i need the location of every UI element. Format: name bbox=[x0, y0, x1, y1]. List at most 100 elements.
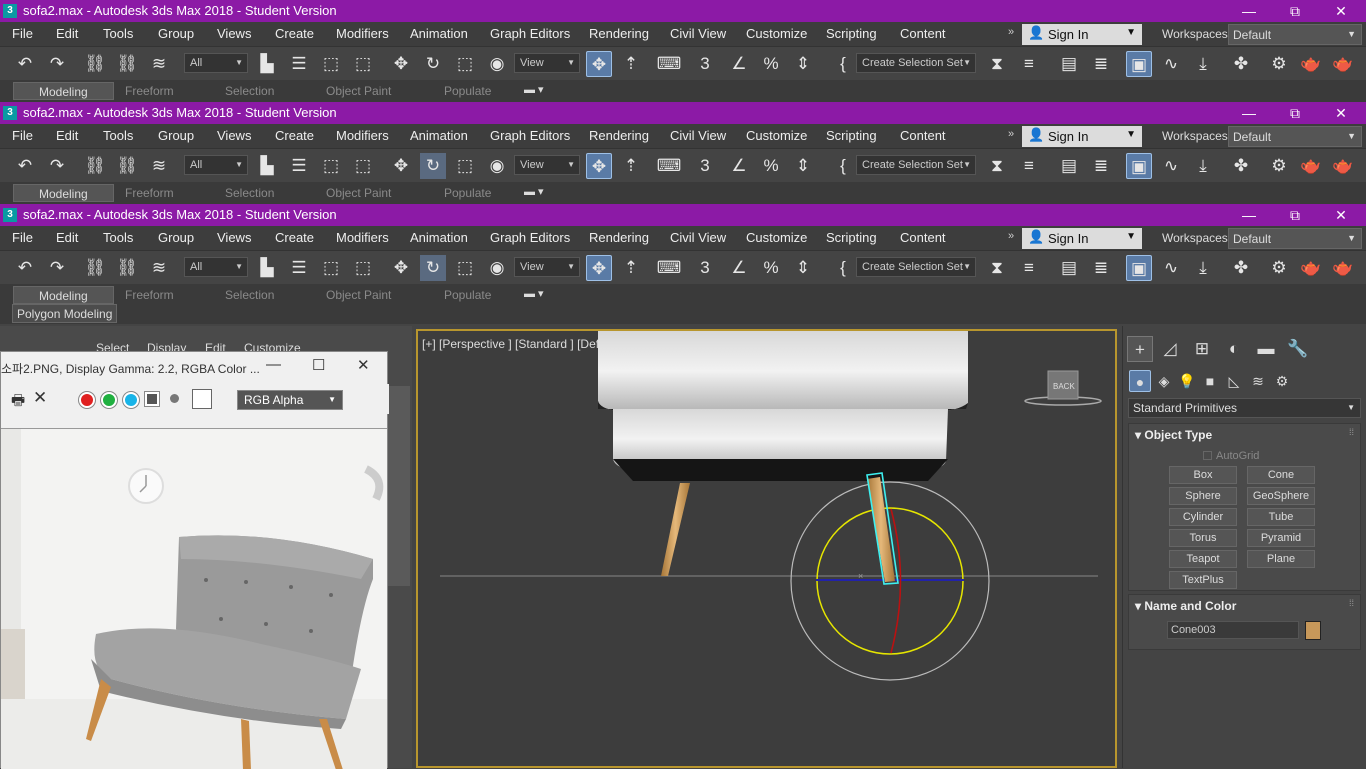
schematic-icon[interactable]: ⤓ bbox=[1190, 153, 1216, 179]
menu-overflow-icon[interactable]: » bbox=[1008, 26, 1014, 38]
shapes-icon[interactable]: ◈ bbox=[1153, 370, 1175, 392]
menu-overflow-icon[interactable]: » bbox=[1008, 128, 1014, 140]
scene-explorer-icon[interactable]: ≣ bbox=[1088, 153, 1114, 179]
window-crossing-icon[interactable]: ⬚ bbox=[350, 255, 376, 281]
render-setup-icon[interactable]: ⚙ bbox=[1266, 255, 1292, 281]
material-editor-icon[interactable]: ✤ bbox=[1228, 51, 1254, 77]
spinner-snap-icon[interactable]: ⇕ bbox=[790, 255, 816, 281]
edit-named-sel-icon[interactable]: { bbox=[830, 153, 856, 179]
bind-spacewarp-icon[interactable]: ≋ bbox=[146, 153, 172, 179]
menu-content[interactable]: Content bbox=[900, 230, 946, 245]
named-selection-select[interactable]: Create Selection Set ▼ bbox=[856, 53, 976, 73]
primitive-plane-button[interactable]: Plane bbox=[1247, 550, 1315, 568]
menu-views[interactable]: Views bbox=[217, 26, 251, 41]
menu-civil-view[interactable]: Civil View bbox=[670, 128, 726, 143]
ribbon-toggle-icon[interactable]: ▣ bbox=[1126, 153, 1152, 179]
workspaces-select[interactable]: Default ▼ bbox=[1228, 126, 1362, 147]
menu-content[interactable]: Content bbox=[900, 128, 946, 143]
background-swatch[interactable] bbox=[192, 389, 212, 409]
angle-snap-icon[interactable]: ∠ bbox=[726, 255, 752, 281]
channel-select[interactable]: RGB Alpha ▼ bbox=[237, 390, 343, 410]
primitive-geosphere-button[interactable]: GeoSphere bbox=[1247, 487, 1315, 505]
menu-overflow-icon[interactable]: » bbox=[1008, 230, 1014, 242]
mirror-icon[interactable]: ⧗ bbox=[984, 153, 1010, 179]
ribbon-tab-freeform[interactable]: Freeform bbox=[125, 286, 174, 304]
primitive-sphere-button[interactable]: Sphere bbox=[1169, 487, 1237, 505]
select-object-icon[interactable]: ▙ bbox=[254, 153, 280, 179]
ribbon-tab-populate[interactable]: Populate bbox=[444, 286, 491, 304]
ribbon-tab-freeform[interactable]: Freeform bbox=[125, 184, 174, 202]
select-by-name-icon[interactable]: ☰ bbox=[286, 153, 312, 179]
close-button[interactable]: ✕ bbox=[1326, 1, 1356, 21]
reference-coordinate-select[interactable]: View ▼ bbox=[514, 257, 580, 277]
menu-tools[interactable]: Tools bbox=[103, 26, 133, 41]
menu-file[interactable]: File bbox=[12, 26, 33, 41]
render-setup-icon[interactable]: ⚙ bbox=[1266, 153, 1292, 179]
move-icon[interactable]: ✥ bbox=[388, 153, 414, 179]
rect-region-icon[interactable]: ⬚ bbox=[318, 51, 344, 77]
menu-create[interactable]: Create bbox=[275, 128, 314, 143]
percent-snap-icon[interactable]: % bbox=[758, 51, 784, 77]
keyboard-shortcut-icon[interactable]: ⌨ bbox=[656, 255, 682, 281]
scale-icon[interactable]: ⬚ bbox=[452, 153, 478, 179]
menu-create[interactable]: Create bbox=[275, 26, 314, 41]
move-icon[interactable]: ✥ bbox=[388, 255, 414, 281]
select-by-name-icon[interactable]: ☰ bbox=[286, 255, 312, 281]
link-icon[interactable]: ⛓ bbox=[82, 255, 108, 281]
menu-modifiers[interactable]: Modifiers bbox=[336, 26, 389, 41]
scale-icon[interactable]: ⬚ bbox=[452, 255, 478, 281]
select-by-name-icon[interactable]: ☰ bbox=[286, 51, 312, 77]
bind-spacewarp-icon[interactable]: ≋ bbox=[146, 255, 172, 281]
menu-scripting[interactable]: Scripting bbox=[826, 230, 877, 245]
ribbon-tab-modeling[interactable]: Modeling bbox=[13, 286, 114, 304]
restore-button[interactable]: ⧉ bbox=[1280, 1, 1310, 21]
mirror-icon[interactable]: ⧗ bbox=[984, 255, 1010, 281]
bind-spacewarp-icon[interactable]: ≋ bbox=[146, 51, 172, 77]
utilities-tab-icon[interactable]: 🔧 bbox=[1285, 336, 1311, 362]
restore-button[interactable]: ⧉ bbox=[1280, 205, 1310, 225]
object-name-field[interactable]: Cone003 bbox=[1167, 621, 1299, 639]
scene-explorer-scrollbar[interactable] bbox=[388, 386, 410, 586]
menu-edit[interactable]: Edit bbox=[56, 230, 78, 245]
scene-explorer-icon[interactable]: ≣ bbox=[1088, 255, 1114, 281]
clear-icon[interactable]: ✕ bbox=[33, 388, 47, 408]
menu-civil-view[interactable]: Civil View bbox=[670, 230, 726, 245]
menu-graph-editors[interactable]: Graph Editors bbox=[490, 230, 570, 245]
helpers-icon[interactable]: ◺ bbox=[1223, 370, 1245, 392]
primitive-tube-button[interactable]: Tube bbox=[1247, 508, 1315, 526]
menu-group[interactable]: Group bbox=[158, 128, 194, 143]
red-channel-toggle[interactable] bbox=[79, 392, 95, 408]
ribbon-toggle-icon[interactable]: ▣ bbox=[1126, 255, 1152, 281]
alpha-channel-toggle[interactable] bbox=[145, 392, 159, 406]
primitive-pyramid-button[interactable]: Pyramid bbox=[1247, 529, 1315, 547]
link-icon[interactable]: ⛓ bbox=[82, 153, 108, 179]
menu-group[interactable]: Group bbox=[158, 230, 194, 245]
render-icon[interactable]: 🫖 bbox=[1330, 255, 1356, 281]
layer-explorer-icon[interactable]: ▤ bbox=[1056, 255, 1082, 281]
render-frame-icon[interactable]: 🫖 bbox=[1298, 51, 1324, 77]
redo-icon[interactable]: ↷ bbox=[44, 51, 70, 77]
move-icon[interactable]: ✥ bbox=[388, 51, 414, 77]
minimize-button[interactable]: — bbox=[1234, 205, 1264, 225]
menu-civil-view[interactable]: Civil View bbox=[670, 26, 726, 41]
selection-filter-select[interactable]: All ▼ bbox=[184, 257, 248, 277]
menu-rendering[interactable]: Rendering bbox=[589, 230, 649, 245]
restore-button[interactable]: ⧉ bbox=[1280, 103, 1310, 123]
render-icon[interactable]: 🫖 bbox=[1330, 51, 1356, 77]
primitive-cylinder-button[interactable]: Cylinder bbox=[1169, 508, 1237, 526]
render-icon[interactable]: 🫖 bbox=[1330, 153, 1356, 179]
selection-filter-select[interactable]: All ▼ bbox=[184, 53, 248, 73]
redo-icon[interactable]: ↷ bbox=[44, 255, 70, 281]
selection-filter-select[interactable]: All ▼ bbox=[184, 155, 248, 175]
named-selection-select[interactable]: Create Selection Set ▼ bbox=[856, 155, 976, 175]
cameras-icon[interactable]: ■ bbox=[1199, 370, 1221, 392]
sign-in-button[interactable]: 👤 Sign In ▼ bbox=[1022, 228, 1142, 249]
menu-group[interactable]: Group bbox=[158, 26, 194, 41]
schematic-icon[interactable]: ⤓ bbox=[1190, 51, 1216, 77]
workspaces-select[interactable]: Default ▼ bbox=[1228, 24, 1362, 45]
object-color-swatch[interactable] bbox=[1305, 621, 1321, 640]
name-and-color-header[interactable]: ▾ Name and Color bbox=[1135, 599, 1236, 613]
rect-region-icon[interactable]: ⬚ bbox=[318, 153, 344, 179]
polygon-modeling-button[interactable]: Polygon Modeling bbox=[12, 304, 118, 323]
rotate-icon[interactable]: ↻ bbox=[420, 153, 446, 179]
